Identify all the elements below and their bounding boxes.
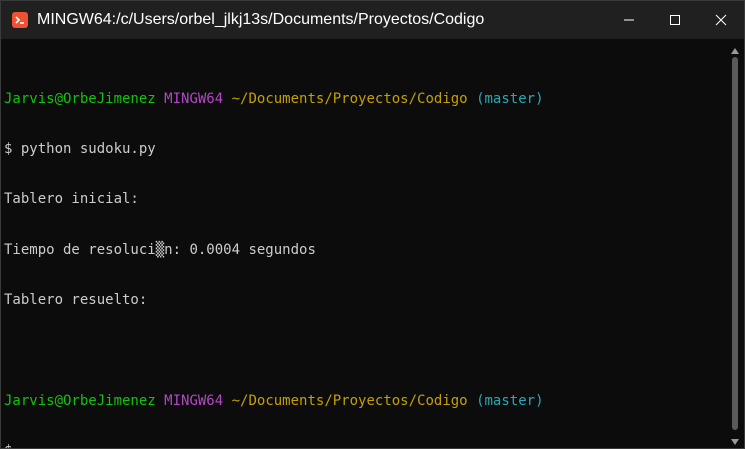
output-line: Tablero inicial: (4, 191, 139, 208)
command-line: $ python sudoku.py (4, 140, 156, 157)
scroll-up-button[interactable] (726, 41, 744, 55)
scroll-down-button[interactable] (726, 432, 744, 446)
prompt-line: Jarvis@OrbeJimenez MINGW64 ~/Documents/P… (4, 91, 726, 108)
window-controls (606, 1, 744, 39)
prompt-line: Jarvis@OrbeJimenez MINGW64 ~/Documents/P… (4, 393, 726, 410)
prompt-branch: (master) (476, 392, 544, 409)
prompt-path: ~/Documents/Proyectos/Codigo (231, 90, 468, 107)
prompt-env: MINGW64 (164, 392, 224, 409)
close-button[interactable] (698, 1, 744, 39)
unknown-glyph: ▒ (155, 241, 165, 258)
git-bash-icon[interactable] (11, 11, 29, 29)
title-bar[interactable]: MINGW64:/c/Users/orbel_jlkj13s/Documents… (1, 1, 744, 39)
input-line[interactable]: $ (4, 443, 726, 448)
output-text: n: 0.0004 segundos (164, 241, 316, 258)
minimize-button[interactable] (606, 1, 652, 39)
prompt-env: MINGW64 (164, 90, 224, 107)
close-icon (715, 11, 727, 30)
output-line: Tiempo de resoluci▒n: 0.0004 segundos (4, 242, 726, 259)
minimize-icon (623, 11, 635, 30)
window-title: MINGW64:/c/Users/orbel_jlkj13s/Documents… (37, 11, 485, 28)
prompt-branch: (master) (476, 90, 544, 107)
maximize-button[interactable] (652, 1, 698, 39)
output-text: Tiempo de resoluci (4, 241, 156, 258)
input-prompt: $ (4, 443, 12, 448)
prompt-user-host: Jarvis@OrbeJimenez (4, 90, 156, 107)
triangle-down-icon (731, 430, 739, 449)
prompt-path: ~/Documents/Proyectos/Codigo (231, 392, 468, 409)
terminal-window: MINGW64:/c/Users/orbel_jlkj13s/Documents… (0, 0, 745, 449)
maximize-icon (669, 11, 681, 30)
prompt-user-host: Jarvis@OrbeJimenez (4, 392, 156, 409)
scrollbar-thumb[interactable] (732, 57, 738, 430)
output-line: Tablero resuelto: (4, 292, 148, 309)
vertical-scrollbar[interactable] (726, 39, 744, 448)
triangle-up-icon (731, 39, 739, 58)
terminal-output[interactable]: Jarvis@OrbeJimenez MINGW64 ~/Documents/P… (1, 39, 726, 448)
